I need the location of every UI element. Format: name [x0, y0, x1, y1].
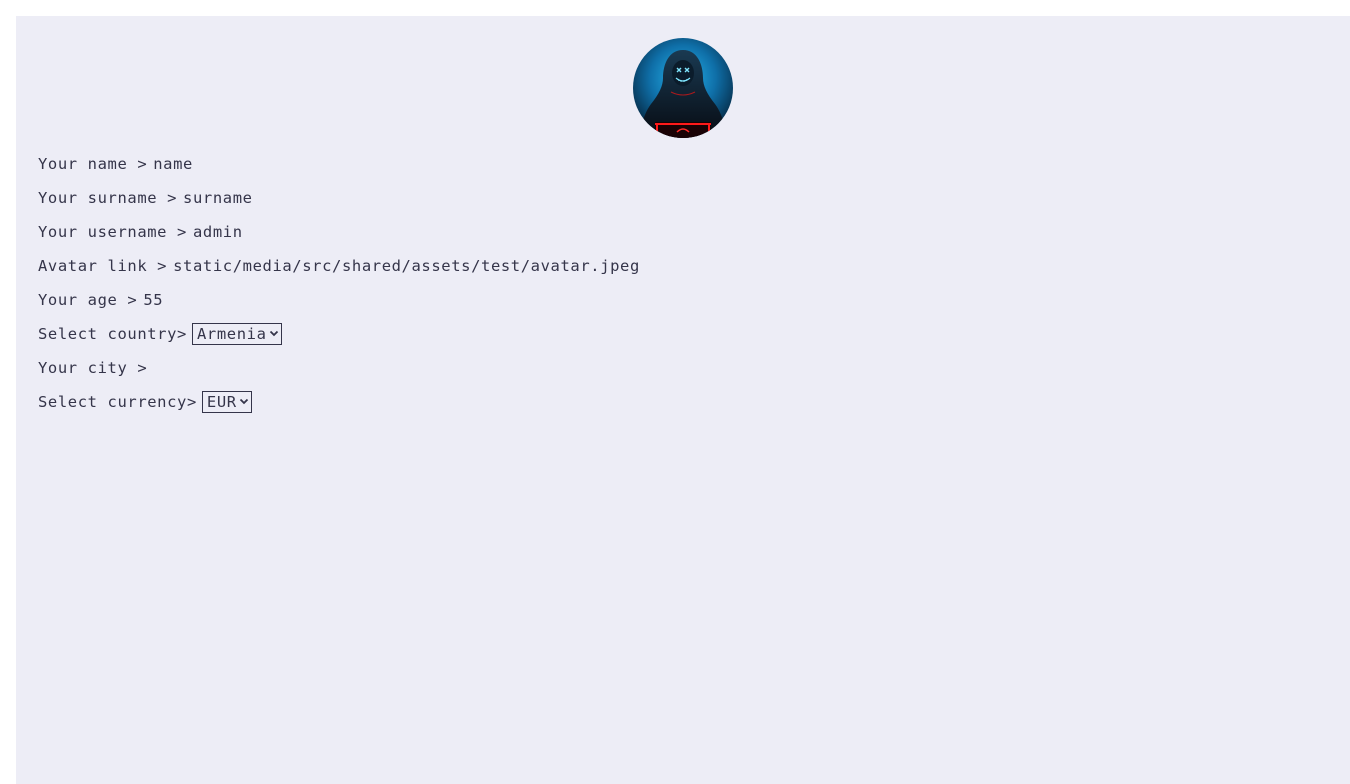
- username-value[interactable]: admin: [193, 223, 243, 241]
- name-label: Your name >: [38, 155, 148, 173]
- age-label: Your age >: [38, 291, 138, 309]
- country-row: Select country> Armenia: [38, 317, 1328, 351]
- chevron-down-icon: [239, 398, 248, 405]
- chevron-down-icon: [269, 330, 278, 337]
- currency-selected-value: EUR: [206, 393, 237, 411]
- currency-row: Select currency> EUR: [38, 385, 1328, 419]
- surname-row: Your surname > surname: [38, 181, 1328, 215]
- surname-value[interactable]: surname: [183, 189, 253, 207]
- name-row: Your name > name: [38, 147, 1328, 181]
- avatar: [633, 38, 733, 138]
- avatar-link-value[interactable]: static/media/src/shared/assets/test/avat…: [173, 257, 640, 275]
- surname-label: Your surname >: [38, 189, 178, 207]
- country-select[interactable]: Armenia: [191, 323, 282, 345]
- avatar-link-row: Avatar link > static/media/src/shared/as…: [38, 249, 1328, 283]
- name-value[interactable]: name: [153, 155, 193, 173]
- country-selected-value: Armenia: [196, 325, 267, 343]
- city-row: Your city >: [38, 351, 1328, 385]
- city-label: Your city >: [38, 359, 148, 377]
- username-label: Your username >: [38, 223, 187, 241]
- username-row: Your username > admin: [38, 215, 1328, 249]
- currency-label: Select currency>: [38, 393, 197, 411]
- currency-select[interactable]: EUR: [201, 391, 252, 413]
- profile-card: Your name > name Your surname > surname …: [16, 16, 1350, 784]
- age-row: Your age > 55: [38, 283, 1328, 317]
- country-label: Select country>: [38, 325, 187, 343]
- hooded-figure-avatar-icon: [633, 38, 733, 138]
- profile-form: Your name > name Your surname > surname …: [38, 147, 1328, 419]
- age-value[interactable]: 55: [143, 291, 163, 309]
- avatar-link-label: Avatar link >: [38, 257, 168, 275]
